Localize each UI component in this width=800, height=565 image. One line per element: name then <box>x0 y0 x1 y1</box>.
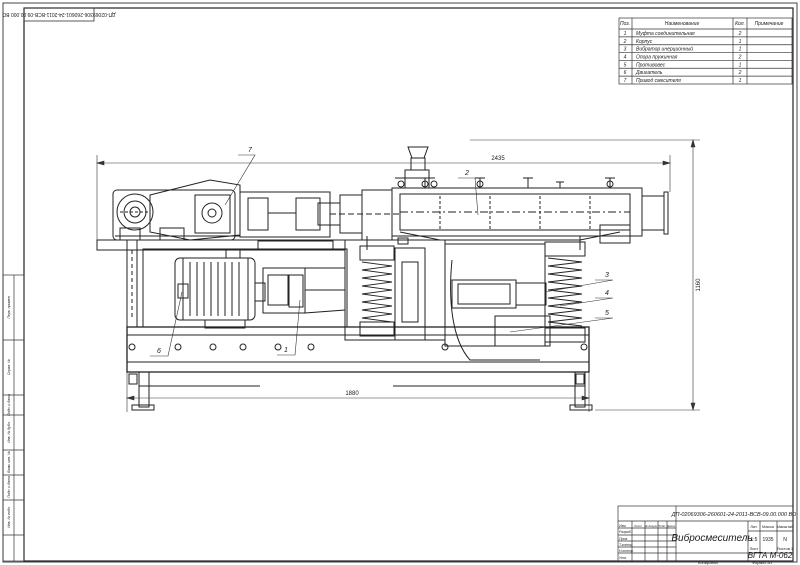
institution-code: ВГТА М-062 <box>748 551 793 560</box>
callout-labels: 7 2 3 4 5 6 1 <box>157 147 609 355</box>
callout-5: 5 <box>605 310 609 317</box>
title-col-lit: Лит. <box>750 524 757 529</box>
spec-row-qty: 2 <box>738 55 742 61</box>
side-labels: Перв. примен. Справ. № Подп. и дата Инв. № … <box>7 295 11 528</box>
dim-overall-length: 2435 <box>491 156 505 162</box>
side-strip-label: Перв. примен. <box>7 295 11 318</box>
dim-height: 1160 <box>696 278 702 292</box>
spec-row-pos: 6 <box>624 70 627 76</box>
spec-row-pos: 5 <box>624 62 627 68</box>
side-strip-label: Подп. и дата <box>7 394 11 416</box>
callout-4: 4 <box>605 290 609 297</box>
sheet-format: Формат A1 <box>752 560 773 565</box>
side-strip-label: Подп. и дата <box>7 476 11 498</box>
spec-row-qty: 2 <box>738 31 742 37</box>
top-stamp-text: ДП-02069306-260601-24-2011-ВСВ-09.00.000… <box>2 11 115 17</box>
reviewer-col-label: Дата <box>666 524 675 528</box>
callout-7: 7 <box>248 147 253 154</box>
vibromixer-assembly <box>96 146 669 411</box>
spec-row-pos: 7 <box>624 78 627 84</box>
mixer-body <box>391 187 669 244</box>
transmission-shaft <box>239 189 400 241</box>
spec-row-qty: 1 <box>739 78 742 84</box>
spec-row-qty: 1 <box>739 39 742 45</box>
spec-header-name: Наименование <box>665 21 700 27</box>
spring-right <box>547 257 583 327</box>
spring-left <box>361 261 393 323</box>
spec-row-pos: 3 <box>624 47 627 53</box>
title-sheet: Лист <box>750 546 759 551</box>
spec-table-header: Поз. Наименование Кол. Примечание <box>620 21 784 27</box>
spec-row-qty: 1 <box>739 62 742 68</box>
spec-row-name: Привод смесителя <box>636 78 681 84</box>
spec-row-pos: 1 <box>624 31 627 37</box>
spec-header-pos: Поз. <box>620 21 630 27</box>
electric-motor <box>174 248 266 329</box>
spec-row-name: Двигатель <box>635 70 663 76</box>
spec-row-name: Корпус <box>636 39 653 45</box>
drawing-title: Вибросмеситель <box>671 532 752 544</box>
spec-row-name: Вибратор инерционный <box>636 46 693 53</box>
spec-row-name: Муфта соединительная <box>636 31 695 37</box>
spec-header-qty: Кол. <box>735 21 745 27</box>
dim-base-length: 1880 <box>345 391 359 397</box>
side-strip-label: Справ. № <box>7 359 11 375</box>
title-block-text: ДП-02069306-260601-24-2011-ВСВ-09.00.000… <box>671 512 797 565</box>
drawing-sheet: ДП-02069306-260601-24-2011-ВСВ-09.00.000… <box>2 2 798 565</box>
reviewer-row-label: Изм. <box>619 524 626 528</box>
spec-row-pos: 4 <box>624 55 627 61</box>
base-bolts <box>128 343 588 351</box>
coupling-housing <box>257 240 346 314</box>
callout-1: 1 <box>284 347 288 354</box>
title-block-code: ДП-02069306-260601-24-2011-ВСВ-09.00.000… <box>671 512 797 518</box>
top-stamp-box: ДП-02069306-260601-24-2011-ВСВ-09.00.000… <box>2 7 116 22</box>
spec-row-qty: 2 <box>738 70 742 76</box>
reviewer-row-label: Утв. <box>619 556 627 560</box>
reviewer-col-label: Подп. <box>658 524 666 528</box>
reviewer-row-label: Разраб. <box>619 530 632 534</box>
reviewer-row-label: Пров. <box>619 537 628 541</box>
sheet-outer-border <box>2 2 798 563</box>
mixer-clamps <box>420 177 615 188</box>
belt-drive <box>112 179 241 241</box>
callout-leaders <box>150 154 614 357</box>
reviewer-row-label: Т.контр. <box>619 543 633 547</box>
title-col-mass: Масса <box>762 524 775 529</box>
spec-row-qty: 1 <box>739 47 742 53</box>
base-frame <box>126 326 593 411</box>
side-strip-label: Инв. № подл. <box>7 506 11 528</box>
reviewer-row-label: Н.контр. <box>619 549 634 553</box>
spec-row-name: Опора пружинная <box>636 55 678 61</box>
side-strip-label: Взам. инв. № <box>7 451 11 473</box>
sheet-inner-frame <box>23 7 794 562</box>
title-sheets: Листов 1 <box>777 546 794 551</box>
spec-row-name: Противовес <box>636 62 666 68</box>
spec-header-note: Примечание <box>755 21 784 27</box>
spec-row-pos: 2 <box>623 39 627 45</box>
callout-3: 3 <box>605 272 609 279</box>
callout-2: 2 <box>464 170 469 177</box>
title-scale: 1:5 <box>751 537 758 543</box>
reviewer-col-label: Лист <box>633 524 642 528</box>
copied-by: Копировал <box>698 560 719 565</box>
motor-subframe <box>96 239 348 328</box>
title-mass: 1935 <box>762 537 773 543</box>
reviewer-col-label: № докум. <box>644 524 657 528</box>
title-col-scale: Масштаб <box>776 524 794 529</box>
title-letter: N <box>783 537 787 543</box>
callout-6: 6 <box>157 348 161 355</box>
loading-hopper <box>395 146 438 189</box>
side-strip-label: Инв. № дубл. <box>7 421 11 443</box>
